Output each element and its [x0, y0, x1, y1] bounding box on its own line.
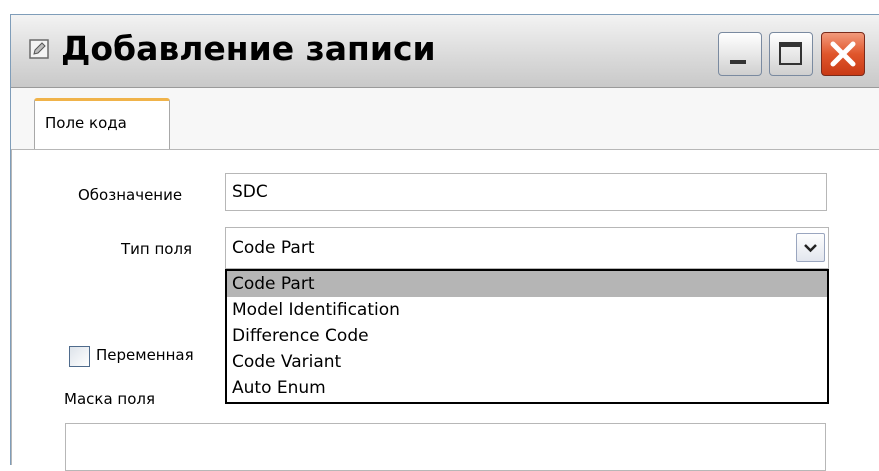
tab-bar: Поле кода	[11, 88, 879, 150]
title-bar[interactable]: Добавление записи	[11, 15, 879, 88]
option-code-variant[interactable]: Code Variant	[227, 349, 827, 375]
designation-value: SDC	[232, 182, 268, 202]
option-model-identification[interactable]: Model Identification	[227, 297, 827, 323]
variable-checkbox[interactable]	[69, 346, 90, 367]
option-auto-enum[interactable]: Auto Enum	[227, 375, 827, 401]
minimize-icon	[730, 60, 746, 64]
designation-field[interactable]: SDC	[225, 173, 827, 211]
mask-label: Маска поля	[64, 390, 155, 408]
field-type-label: Тип поля	[121, 240, 193, 258]
close-icon	[830, 41, 856, 67]
minimize-button[interactable]	[718, 32, 762, 76]
close-button[interactable]	[821, 32, 865, 76]
dialog-window: Добавление записи Поле кода Обозначение …	[10, 14, 879, 471]
maximize-icon	[779, 42, 802, 65]
option-code-part[interactable]: Code Part	[227, 271, 827, 297]
form-panel: Обозначение SDC Тип поля Code Part Перем…	[11, 150, 879, 471]
tab-label: Поле кода	[45, 114, 127, 132]
option-difference-code[interactable]: Difference Code	[227, 323, 827, 349]
window-title: Добавление записи	[61, 29, 436, 68]
tab-code-field[interactable]: Поле кода	[34, 98, 170, 149]
designation-label: Обозначение	[78, 186, 183, 204]
field-type-options-list: Code Part Model Identification Differenc…	[225, 269, 829, 404]
dropdown-toggle-button[interactable]	[796, 233, 825, 262]
field-type-value: Code Part	[232, 238, 315, 258]
pencil-icon	[29, 39, 49, 59]
field-type-select[interactable]: Code Part	[225, 227, 829, 269]
maximize-button[interactable]	[769, 32, 813, 76]
variable-label: Переменная	[96, 346, 194, 364]
chevron-down-icon	[804, 244, 817, 253]
